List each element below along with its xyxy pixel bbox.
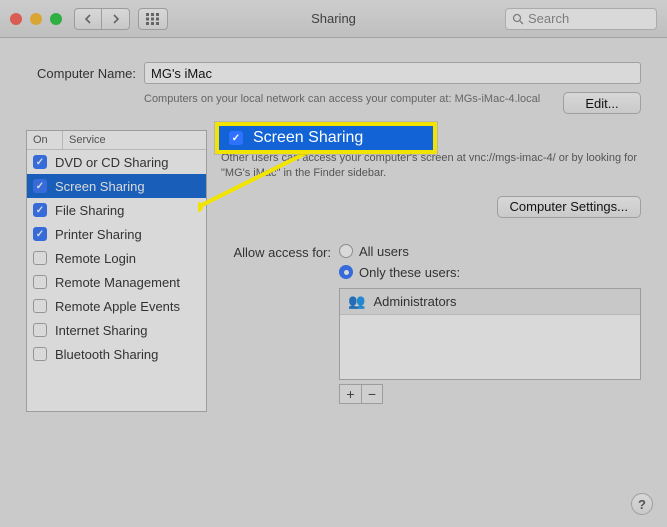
service-checkbox[interactable] (33, 347, 47, 361)
computer-name-desc-row: Computers on your local network can acce… (0, 88, 667, 114)
add-user-button[interactable]: + (339, 384, 361, 404)
search-placeholder: Search (528, 11, 569, 26)
radio-only-label: Only these users: (359, 265, 460, 280)
service-row[interactable]: Printer Sharing (27, 222, 206, 246)
radio-icon (339, 244, 353, 258)
show-all-button[interactable] (138, 8, 168, 30)
users-icon: 👥 (348, 293, 365, 310)
user-list[interactable]: 👥 Administrators (339, 288, 641, 380)
service-row[interactable]: Internet Sharing (27, 318, 206, 342)
service-label: Screen Sharing (55, 179, 145, 194)
window-controls (10, 13, 62, 25)
service-row[interactable]: Screen Sharing (27, 174, 206, 198)
service-checkbox[interactable] (33, 227, 47, 241)
remove-user-button[interactable]: − (361, 384, 383, 404)
radio-all-label: All users (359, 244, 409, 259)
service-checkbox[interactable] (33, 275, 47, 289)
user-row[interactable]: 👥 Administrators (340, 289, 640, 315)
forward-button[interactable] (102, 8, 130, 30)
back-button[interactable] (74, 8, 102, 30)
service-label: File Sharing (55, 203, 124, 218)
services-header: On Service (27, 131, 206, 150)
service-label: Remote Login (55, 251, 136, 266)
service-label: Bluetooth Sharing (55, 347, 158, 362)
access-row: Allow access for: All users Only these u… (221, 244, 641, 280)
nav-buttons (74, 8, 130, 30)
search-input[interactable]: Search (505, 8, 657, 30)
service-row[interactable]: File Sharing (27, 198, 206, 222)
radio-icon (339, 265, 353, 279)
access-label: Allow access for: (221, 244, 331, 260)
chevron-right-icon (112, 14, 120, 24)
service-label: Remote Management (55, 275, 180, 290)
service-label: Remote Apple Events (55, 299, 180, 314)
service-checkbox[interactable] (33, 299, 47, 313)
service-checkbox[interactable] (33, 251, 47, 265)
minimize-icon[interactable] (30, 13, 42, 25)
service-row[interactable]: Bluetooth Sharing (27, 342, 206, 366)
user-row-label: Administrators (373, 294, 456, 309)
service-label: Internet Sharing (55, 323, 148, 338)
computer-name-description: Computers on your local network can acce… (144, 92, 555, 107)
service-row[interactable]: Remote Management (27, 270, 206, 294)
service-checkbox[interactable] (33, 179, 47, 193)
header-service: Service (63, 131, 206, 149)
status-info-text: Other users can access your computer's s… (221, 151, 641, 182)
services-table: On Service DVD or CD Sharing Screen Shari… (26, 130, 207, 412)
computer-name-label: Computer Name: (26, 66, 136, 81)
grid-icon (146, 13, 160, 25)
radio-only-users[interactable]: Only these users: (339, 265, 460, 280)
computer-name-row: Computer Name: (0, 38, 667, 88)
main-area: On Service DVD or CD Sharing Screen Shari… (0, 114, 667, 430)
radio-all-users[interactable]: All users (339, 244, 460, 259)
service-label: DVD or CD Sharing (55, 155, 168, 170)
close-icon[interactable] (10, 13, 22, 25)
service-detail: Screen Sharing: On Other users can acces… (221, 130, 641, 412)
edit-button[interactable]: Edit... (563, 92, 641, 114)
highlight-callout: Screen Sharing (215, 122, 437, 154)
header-on: On (27, 131, 63, 149)
titlebar: Sharing Search (0, 0, 667, 38)
help-button[interactable]: ? (631, 493, 653, 515)
service-checkbox[interactable] (33, 323, 47, 337)
service-row[interactable]: Remote Apple Events (27, 294, 206, 318)
service-row[interactable]: DVD or CD Sharing (27, 150, 206, 174)
search-icon (512, 13, 524, 25)
service-checkbox[interactable] (33, 155, 47, 169)
computer-settings-button[interactable]: Computer Settings... (497, 196, 642, 218)
computer-name-field[interactable] (144, 62, 641, 84)
zoom-icon[interactable] (50, 13, 62, 25)
chevron-left-icon (84, 14, 92, 24)
service-row[interactable]: Remote Login (27, 246, 206, 270)
service-checkbox[interactable] (33, 203, 47, 217)
callout-label: Screen Sharing (253, 129, 363, 147)
user-add-remove: + − (339, 384, 641, 404)
service-label: Printer Sharing (55, 227, 142, 242)
checkbox-icon (229, 131, 243, 145)
